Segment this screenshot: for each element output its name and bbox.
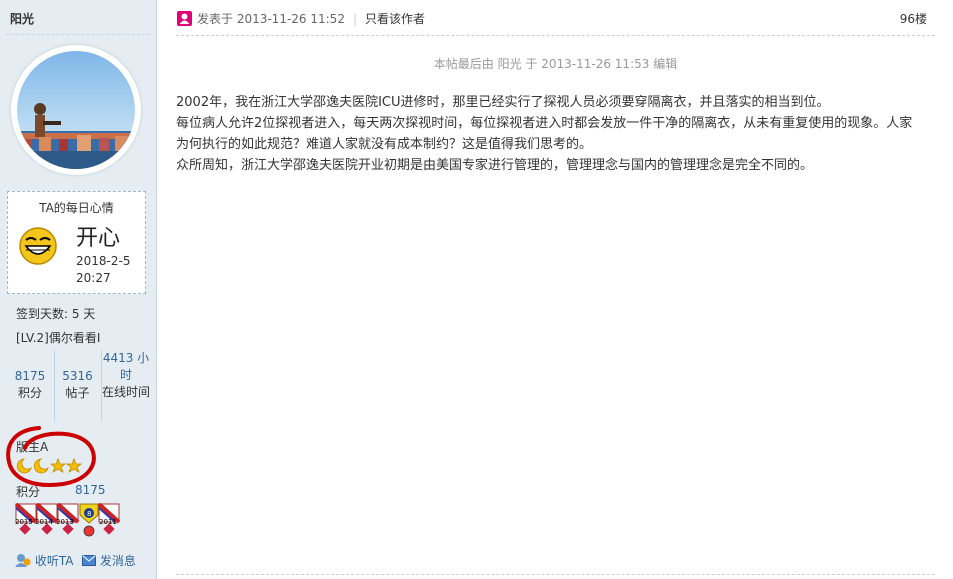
mood-text: 开心 <box>76 226 121 251</box>
message-label: 发消息 <box>99 554 136 568</box>
points-value: 8175 <box>75 483 106 497</box>
medal-year: 2013 <box>56 518 74 526</box>
medal-number: 8 <box>87 510 91 518</box>
happy-face-icon <box>18 226 58 266</box>
post-paragraph: 每位病人允许2位探视者进入，每天两次探视时间，每位探视者进入时都会发放一件干净的… <box>176 116 913 152</box>
mood-title: TA的每日心情 <box>39 201 114 215</box>
separator: | <box>352 12 357 26</box>
follow-icon <box>15 554 31 567</box>
post-header: 发表于 2013-11-26 11:52 | 只看该作者 <box>177 10 425 27</box>
user-sidebar: 阳光 TA的每日心情 开心 2018-2-5 20:27 签到天数: 5 天 [… <box>0 0 157 579</box>
post-paragraph: 众所周知，浙江大学邵逸夫医院开业初期是由美国专家进行管理的，管理理念与国内的管理… <box>176 158 814 173</box>
stat-points[interactable]: 8175 积分 <box>7 350 53 422</box>
follow-label: 收听TA <box>34 554 74 568</box>
floor-number[interactable]: 96楼 <box>900 10 927 27</box>
user-group: 版主A <box>16 440 49 454</box>
avatar[interactable] <box>17 51 135 169</box>
follow-button[interactable]: 收听TA <box>15 552 73 569</box>
avatar-frame <box>11 45 141 175</box>
edit-note: 本帖最后由 阳光 于 2013-11-26 11:53 编辑 <box>433 57 678 71</box>
username[interactable]: 阳光 <box>10 10 34 27</box>
medal-year: 2015 <box>15 518 33 526</box>
moon-star-icon <box>16 457 83 474</box>
daily-mood-box: TA的每日心情 开心 2018-2-5 20:27 <box>7 191 146 294</box>
divider <box>6 34 150 35</box>
post-content: 2002年，我在浙江大学邵逸夫医院ICU进修时，那里已经实行了探视人员必须要穿隔… <box>176 92 921 176</box>
points-label: 积分 <box>16 485 41 499</box>
medal-year: 2011 <box>99 518 117 526</box>
mood-date: 2018-2-5 20:27 <box>76 254 131 285</box>
stat-online-time[interactable]: 4413 小时 在线时间 <box>101 350 150 422</box>
medal-year: 2014 <box>35 518 53 526</box>
medal-icon <box>79 503 99 537</box>
avatar-image <box>17 51 135 169</box>
rank-icons <box>16 457 86 474</box>
stat-label: 帖子 <box>65 386 90 400</box>
user-stats: 8175 积分 5316 帖子 4413 小时 在线时间 <box>7 350 150 422</box>
stat-value: 5316 <box>62 369 93 383</box>
message-button[interactable]: 发消息 <box>82 552 136 569</box>
stat-value: 8175 <box>14 369 46 383</box>
user-level[interactable]: [LV.2]偶尔看看I <box>16 329 100 346</box>
stat-label: 在线时间 <box>102 385 151 399</box>
medals: 2015 2014 2013 8 2011 <box>14 502 121 539</box>
stat-posts[interactable]: 5316 帖子 <box>54 350 100 422</box>
author-online-icon <box>177 11 192 26</box>
envelope-icon <box>82 555 96 566</box>
only-author-link[interactable]: 只看该作者 <box>365 12 425 26</box>
stat-value: 4413 小时 <box>102 351 150 382</box>
sign-in-days: 签到天数: 5 天 <box>16 307 96 321</box>
divider <box>176 574 935 575</box>
divider <box>176 35 935 36</box>
post-date: 发表于 2013-11-26 11:52 <box>197 12 345 26</box>
stat-label: 积分 <box>17 386 42 400</box>
post-paragraph: 2002年，我在浙江大学邵逸夫医院ICU进修时，那里已经实行了探视人员必须要穿隔… <box>176 95 830 110</box>
